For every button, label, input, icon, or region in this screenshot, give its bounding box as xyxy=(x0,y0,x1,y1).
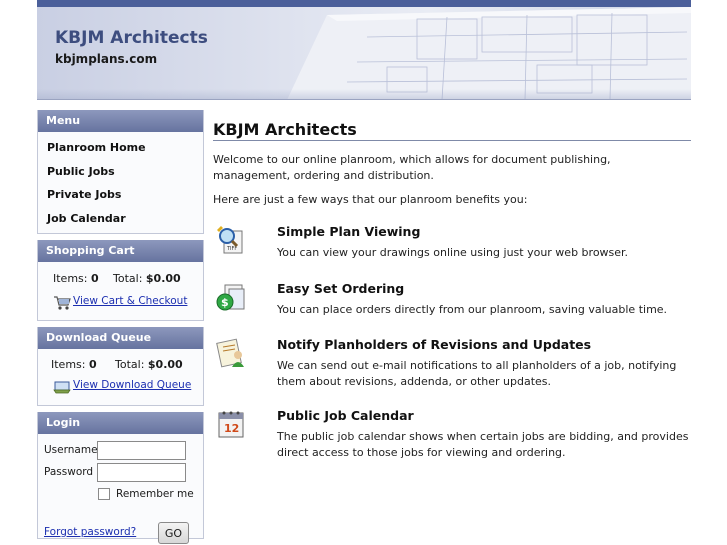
menu-item-private-jobs[interactable]: Private Jobs xyxy=(38,183,203,207)
download-queue-box: Download Queue Items: 0 Total: $0.00 Vie… xyxy=(37,327,204,406)
username-row: Username xyxy=(44,439,203,461)
cart-items-value: 0 xyxy=(90,272,99,285)
cart-total-label: Total: xyxy=(113,272,143,285)
svg-text:$: $ xyxy=(221,296,229,309)
download-link-row: View Download Queue xyxy=(38,379,203,405)
view-download-queue-link[interactable]: View Download Queue xyxy=(73,379,191,391)
download-tray-icon xyxy=(53,381,71,394)
feature-text: The public job calendar shows when certa… xyxy=(277,430,689,459)
svg-text:TIFF: TIFF xyxy=(226,246,237,252)
dollar-order-icon: $ xyxy=(216,284,245,311)
feature-text: You can view your drawings online using … xyxy=(277,246,629,259)
feature-item: Notify Planholders of Revisions and Upda… xyxy=(213,337,691,408)
menu-list: Planroom Home Public Jobs Private Jobs J… xyxy=(38,132,203,233)
password-label: Password xyxy=(44,466,94,478)
features-list: TIFF Simple Plan Viewing You can view yo… xyxy=(213,224,691,464)
download-summary: Items: 0 Total: $0.00 xyxy=(38,349,203,379)
blueprint-banner-image xyxy=(287,7,691,99)
feature-item: TIFF Simple Plan Viewing You can view yo… xyxy=(213,224,691,281)
feature-title: Easy Set Ordering xyxy=(277,281,405,296)
menu-heading: Menu xyxy=(38,110,203,132)
login-heading: Login xyxy=(38,412,203,434)
feature-text: We can send out e-mail notifications to … xyxy=(277,359,677,388)
cart-items-label: Items: xyxy=(53,272,88,285)
login-form: Username Password Remember me Forgot pas… xyxy=(38,434,203,544)
view-cart-link[interactable]: View Cart & Checkout xyxy=(73,295,187,307)
remember-me-row: Remember me xyxy=(44,483,203,505)
magnifier-document-icon: TIFF xyxy=(217,226,243,254)
top-accent-bar xyxy=(37,0,691,7)
shopping-cart-box: Shopping Cart Items: 0 Total: $0.00 View… xyxy=(37,240,204,321)
forgot-password-link[interactable]: Forgot password? xyxy=(44,526,136,538)
feature-item: 12 Public Job Calendar The public job ca… xyxy=(213,408,691,464)
feature-title: Notify Planholders of Revisions and Upda… xyxy=(277,337,592,352)
notify-user-icon xyxy=(216,338,244,368)
password-row: Password xyxy=(44,461,203,483)
password-input[interactable] xyxy=(97,462,186,482)
feature-item: $ Easy Set Ordering You can place orders… xyxy=(213,281,691,337)
menu-item-job-calendar[interactable]: Job Calendar xyxy=(38,207,203,231)
sidebar: Menu Planroom Home Public Jobs Private J… xyxy=(37,110,204,545)
go-button[interactable]: GO xyxy=(158,522,189,544)
intro-paragraph: Welcome to our online planroom, which al… xyxy=(213,153,611,182)
cart-total-value: $0.00 xyxy=(145,272,181,285)
cart-summary: Items: 0 Total: $0.00 xyxy=(38,262,203,294)
main-content: KBJM Architects Welcome to our online pl… xyxy=(213,110,691,464)
benefits-intro: Here are just a few ways that our planro… xyxy=(213,193,528,206)
download-items-label: Items: xyxy=(51,358,86,371)
page-title: KBJM Architects xyxy=(213,110,691,141)
download-items-value: 0 xyxy=(88,358,97,371)
download-total-label: Total: xyxy=(115,358,145,371)
header-shadow xyxy=(37,89,691,99)
site-title: KBJM Architects xyxy=(55,28,208,48)
site-header: KBJM Architects kbjmplans.com xyxy=(37,7,691,100)
download-total-value: $0.00 xyxy=(147,358,183,371)
calendar-icon: 12 xyxy=(218,411,244,438)
download-queue-heading: Download Queue xyxy=(38,327,203,349)
feature-title: Public Job Calendar xyxy=(277,408,414,423)
feature-text: You can place orders directly from our p… xyxy=(277,303,668,316)
menu-item-planroom-home[interactable]: Planroom Home xyxy=(38,136,203,160)
menu-item-public-jobs[interactable]: Public Jobs xyxy=(38,160,203,184)
username-label: Username xyxy=(44,444,98,456)
cart-items: Items: 0 xyxy=(53,272,113,294)
svg-text:12: 12 xyxy=(224,422,239,435)
menu-box: Menu Planroom Home Public Jobs Private J… xyxy=(37,110,204,234)
download-items: Items: 0 xyxy=(51,358,115,379)
username-input[interactable] xyxy=(97,440,186,460)
feature-title: Simple Plan Viewing xyxy=(277,224,421,239)
site-url: kbjmplans.com xyxy=(55,52,158,66)
shopping-cart-icon xyxy=(54,296,71,310)
cart-link-row: View Cart & Checkout xyxy=(38,294,203,320)
remember-me-label: Remember me xyxy=(116,488,194,500)
login-box: Login Username Password Remember me Forg… xyxy=(37,412,204,544)
download-total: Total: $0.00 xyxy=(115,358,183,379)
cart-total: Total: $0.00 xyxy=(113,272,181,294)
remember-me-checkbox[interactable] xyxy=(98,488,110,500)
shopping-cart-heading: Shopping Cart xyxy=(38,240,203,262)
